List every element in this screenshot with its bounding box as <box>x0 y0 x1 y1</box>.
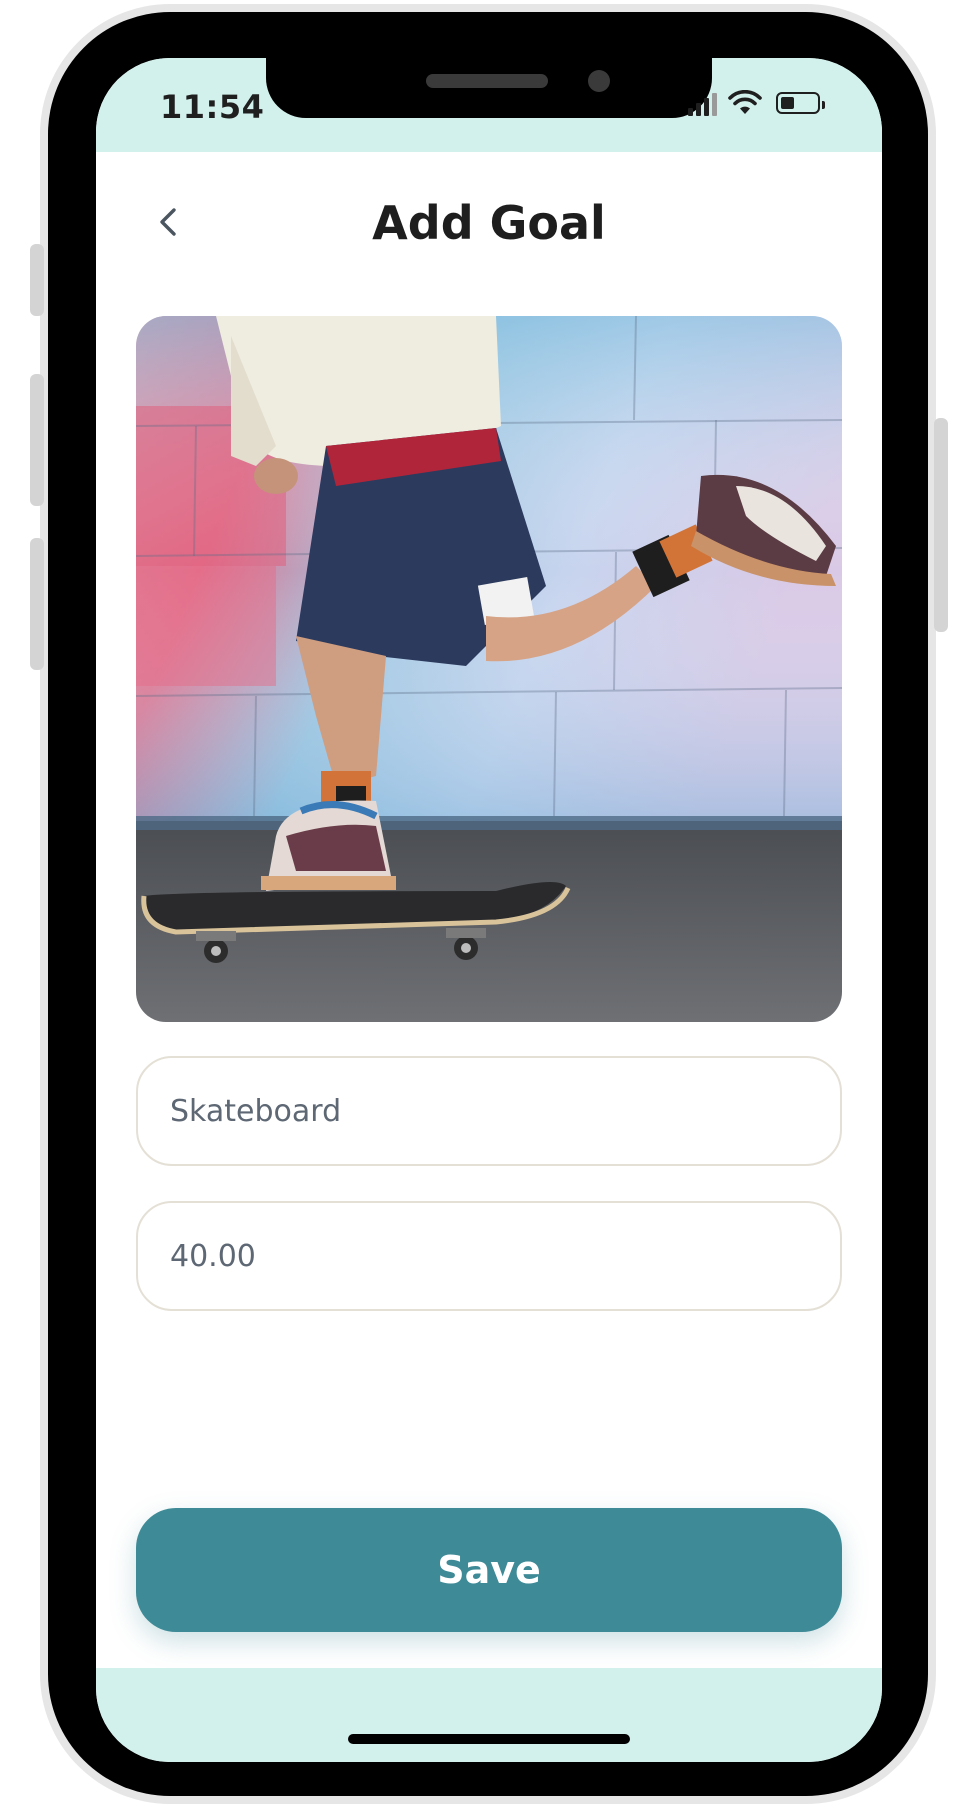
page-title: Add Goal <box>372 196 606 250</box>
front-camera <box>588 70 610 92</box>
save-button[interactable]: Save <box>136 1508 842 1632</box>
volume-down-button <box>30 538 44 670</box>
bottom-bar <box>96 1668 882 1762</box>
mute-switch <box>30 244 44 316</box>
battery-icon <box>776 92 825 114</box>
goal-amount-field[interactable] <box>136 1201 842 1311</box>
status-time: 11:54 <box>160 88 265 126</box>
volume-up-button <box>30 374 44 506</box>
power-button <box>934 418 948 632</box>
notch <box>266 58 712 118</box>
skateboard-photo <box>136 316 842 1022</box>
speaker-grille <box>426 74 548 88</box>
goal-name-field[interactable] <box>136 1056 842 1166</box>
signal-icon <box>688 92 718 116</box>
app-screen: 11:54 Add Goal Skateboard 40.00 Save <box>96 58 882 1762</box>
goal-image[interactable] <box>136 316 842 1022</box>
home-indicator[interactable] <box>348 1734 630 1744</box>
status-bar: 11:54 <box>96 58 882 152</box>
header: Add Goal <box>96 152 882 272</box>
goal-amount-input[interactable] <box>170 1203 810 1309</box>
wifi-icon <box>728 90 762 114</box>
goal-name-input[interactable] <box>170 1058 810 1164</box>
